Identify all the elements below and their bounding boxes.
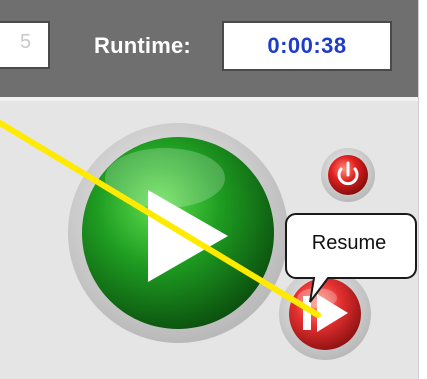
controls-canvas (0, 120, 417, 360)
power-button[interactable] (321, 148, 375, 202)
tooltip-text: Resume (311, 232, 387, 254)
